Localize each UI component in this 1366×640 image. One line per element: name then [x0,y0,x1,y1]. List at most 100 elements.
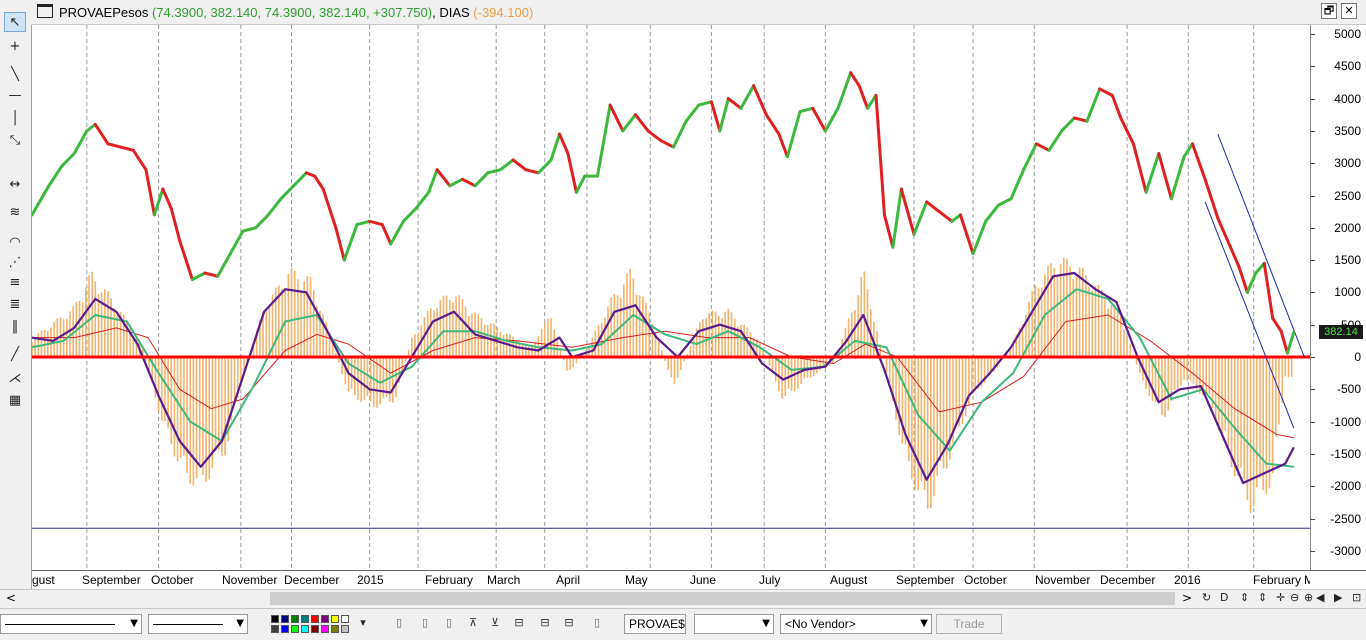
scroll-right-arrow-icon[interactable]: > [1182,591,1192,605]
price-segment [574,174,587,194]
price-tick-label: 4500 [1334,59,1361,74]
price-segment [1245,271,1258,294]
fit-icon[interactable]: ⊡ [1352,591,1361,604]
align-top-icon[interactable]: ⊟ [512,616,526,632]
scroll-forward-icon[interactable]: ▶ [1334,591,1342,604]
price-segment [119,145,135,152]
price-tick [1311,518,1315,520]
price-tick [1311,195,1315,197]
date-tick-label: March [487,573,521,587]
trade-button[interactable]: Trade [936,614,1002,634]
close-window-button[interactable]: ✕ [1341,3,1357,19]
color-swatch[interactable] [291,625,299,633]
color-swatch[interactable] [301,625,309,633]
paste-icon[interactable]: ▯ [442,616,456,632]
price-segment [1009,168,1026,201]
trendline-tool-icon[interactable]: ╲ [4,64,26,84]
snap-up-icon[interactable]: ⊼ [466,616,480,632]
flag-tool-icon[interactable]: ≋ [4,202,26,222]
fan-tool-icon[interactable]: ⋌ [4,368,26,388]
arc-tool-icon[interactable]: ◠ [4,232,26,252]
vertical-line-tool-icon[interactable]: │ [4,108,26,128]
color-dropdown-icon[interactable]: ▾ [356,616,370,632]
price-segment [292,171,308,188]
color-swatch[interactable] [321,625,329,633]
lock-icon[interactable]: ▯ [590,616,604,632]
price-segment [558,132,570,156]
data-window-icon[interactable]: D [1220,591,1228,604]
price-segment [498,158,515,172]
date-tick-label: December [284,573,340,587]
fib-extension-tool-icon[interactable]: ≣ [4,294,26,314]
color-swatch[interactable] [281,625,289,633]
price-tick [1311,486,1315,488]
horizontal-scrollbar[interactable]: < > ↻ D ⇕ ⇕ ✛ ⊖ ⊕ ◀ ▶ ⊡ [0,589,1366,608]
price-segment [524,168,540,175]
date-tick-label: September [896,573,955,587]
price-tick-label: 3500 [1334,123,1361,138]
color-swatch[interactable] [311,625,319,633]
color-swatch[interactable] [341,625,349,633]
price-segment [355,219,372,227]
vendor-select[interactable]: <No Vendor> ▼ [780,614,932,634]
fib-retracement-tool-icon[interactable]: ≡ [4,272,26,292]
price-tick [1311,34,1315,35]
zoom-out-icon[interactable]: ⊖ [1290,591,1299,604]
interval-select[interactable]: ▼ [694,614,774,634]
color-swatch[interactable] [271,615,279,623]
grid-tool-icon[interactable]: ▦ [4,390,26,410]
snap-down-icon[interactable]: ⊻ [488,616,502,632]
color-palette[interactable] [271,613,357,635]
properties-icon[interactable]: ▯ [392,616,406,632]
price-segment [971,219,988,256]
color-swatch[interactable] [341,615,349,623]
bottom-toolbar: ▼ ▼ ▾ ▯ ▯ ▯ ⊼ ⊻ ⊟ ⊟ ⊟ ▯ PROVAE$ ▼ <No Ve… [0,608,1366,640]
price-segment [1228,245,1241,269]
pan-icon[interactable]: ✛ [1276,591,1285,604]
color-swatch[interactable] [321,615,329,623]
price-segment [718,97,730,133]
price-segment [131,148,148,172]
date-tick-label: May [625,573,648,587]
pointer-tool-icon[interactable]: ↖ [4,12,26,32]
channel-tool-icon[interactable]: ╱ [4,344,26,364]
price-chart-area[interactable] [32,25,1310,570]
measure-tool-icon[interactable]: ⤡ [4,130,26,150]
scroll-back-icon[interactable]: ◀ [1316,591,1324,604]
chevron-down-icon: ▼ [236,618,244,629]
price-axis[interactable]: 382.14 5000 4500 4000 3500 3000 2500 2000 1500 1… [1310,25,1366,570]
price-segment [633,113,650,133]
color-swatch[interactable] [331,615,339,623]
price-segment [169,206,182,243]
align-middle-icon[interactable]: ⊟ [538,616,552,632]
restore-window-button[interactable]: 🗗 [1321,3,1337,19]
zoom-vertical-icon[interactable]: ⇕ [1258,591,1267,604]
color-swatch[interactable] [291,615,299,623]
price-tick [1311,389,1315,391]
zoom-in-icon[interactable]: ⊕ [1304,591,1313,604]
color-swatch[interactable] [281,615,289,623]
crosshair-tool-icon[interactable]: + [4,36,26,56]
color-swatch[interactable] [311,615,319,623]
scrollbar-thumb[interactable] [270,592,1175,605]
price-segment [448,177,464,188]
zoom-range-tool-icon[interactable]: ↔ [4,174,26,194]
date-axis[interactable]: gust September October November December 2015… [32,570,1314,589]
price-segment [93,122,110,146]
color-swatch[interactable] [271,625,279,633]
line-width-select[interactable]: ▼ [148,614,248,634]
line-style-select[interactable]: ▼ [0,614,142,634]
color-swatch[interactable] [301,615,309,623]
price-segment [32,184,51,217]
color-swatch[interactable] [331,625,339,633]
pitchfork-tool-icon[interactable]: ⋰ [4,252,26,272]
refresh-icon[interactable]: ↻ [1202,591,1211,604]
cycle-lines-tool-icon[interactable]: ‖ [4,316,26,336]
copy-icon[interactable]: ▯ [418,616,432,632]
align-bottom-icon[interactable]: ⊟ [562,616,576,632]
price-tick-label: -500 [1336,382,1361,397]
scroll-left-arrow-icon[interactable]: < [6,591,16,605]
horizontal-line-tool-icon[interactable]: — [4,85,26,105]
zoom-vertical-icon[interactable]: ⇕ [1240,591,1249,604]
symbol-input[interactable]: PROVAE$ [624,614,686,634]
